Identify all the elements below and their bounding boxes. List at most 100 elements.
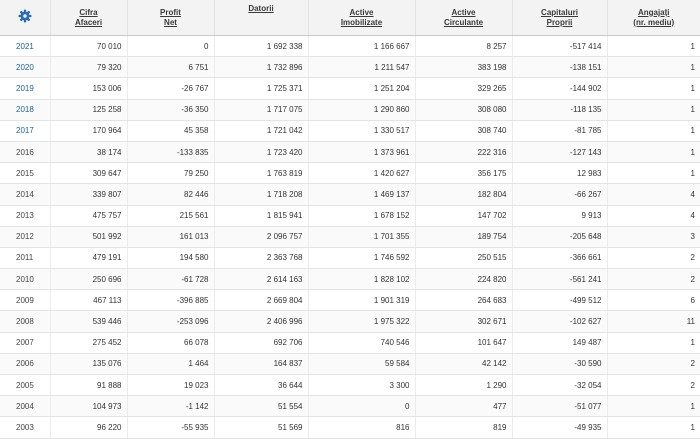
table-header: Cifra Afaceri Profit Net Datorii Active Imo… [0,0,700,36]
year-label: 2016 [16,147,34,157]
header-line1: Profit [160,7,181,17]
cell-cap: -49 935 [511,416,607,439]
table-row: 2021 70 010 0 1 692 338 1 166 667 8 257 -517 4… [0,35,700,58]
cell-ang: 1 [606,56,700,79]
header-line1: Angajați [637,7,670,17]
cell-ang: 1 [606,141,700,164]
cell-cap: -118 135 [511,99,607,121]
year-label: 2011 [16,253,34,263]
year-cell[interactable]: 2017 [0,120,50,142]
year-cell: 2005 [0,374,50,397]
column-header-cifra-afaceri[interactable]: Cifra Afaceri [49,0,127,36]
cell-datorii: 1 717 075 [213,99,308,121]
cell-circ: 302 671 [414,310,512,333]
cell-cifra: 91 888 [49,374,127,397]
cell-cifra: 339 807 [49,183,127,206]
table-row: 2012 501 992 161 013 2 096 757 1 701 355 189 … [0,226,700,248]
cell-circ: 308 740 [414,120,512,142]
cell-ang: 1 [606,77,700,100]
year-cell: 2015 [0,162,50,185]
column-header-angajati[interactable]: Angajați (nr. mediu) [606,0,700,36]
year-cell[interactable]: 2020 [0,56,50,79]
cell-circ: 383 198 [414,56,512,79]
year-cell[interactable]: 2018 [0,99,50,121]
cell-cap: -144 902 [511,77,607,100]
column-header-profit-net[interactable]: Profit Net [126,0,214,36]
year-label: 2004 [16,401,34,411]
table-row: 2003 96 220 -55 935 51 569 816 819 -49 935 1 [0,416,700,439]
year-label: 2007 [16,338,34,348]
cell-profit: -133 835 [126,141,214,164]
header-line2: Circulante [443,17,484,27]
cell-cap: -66 267 [511,183,607,206]
cell-cap: -205 648 [511,226,607,248]
column-header-capitaluri-proprii[interactable]: Capitaluri Proprii [511,0,607,36]
cell-circ: 308 080 [414,99,512,121]
cell-imob: 1 678 152 [307,205,415,227]
cell-cifra: 275 452 [49,332,127,354]
cell-datorii: 164 837 [213,353,308,376]
cell-datorii: 36 644 [213,374,308,397]
gear-icon[interactable] [18,9,32,23]
cell-profit: -61 728 [126,268,214,291]
cell-circ: 8 257 [414,35,512,58]
year-cell[interactable]: 2021 [0,35,50,58]
cell-ang: 3 [606,226,700,248]
table-row: 2013 475 757 215 561 1 815 941 1 678 152 147 … [0,205,700,227]
cell-ang: 1 [606,162,700,185]
cell-circ: 1 290 [414,374,512,397]
financial-table: Cifra Afaceri Profit Net Datorii Active Imo… [0,0,700,439]
cell-ang: 1 [606,120,700,142]
cell-cifra: 479 191 [49,247,127,270]
column-header-active-imobilizate[interactable]: Active Imobilizate [307,0,415,36]
year-link[interactable]: 2018 [16,105,34,114]
year-label: 2013 [16,211,34,221]
cell-profit: 0 [126,35,214,58]
cell-cap: -81 785 [511,120,607,142]
cell-ang: 11 [606,310,700,333]
cell-ang: 4 [606,205,700,227]
cell-cifra: 70 010 [49,35,127,58]
cell-ang: 6 [606,289,700,312]
cell-profit: 45 358 [126,120,214,142]
cell-cap: -30 590 [511,353,607,376]
cell-cifra: 135 076 [49,353,127,376]
table-row: 2017 170 964 45 358 1 721 042 1 330 517 308 7… [0,120,700,142]
year-label: 2012 [16,232,34,242]
cell-cifra: 539 446 [49,310,127,333]
year-link[interactable]: 2017 [16,126,34,135]
header-line1: Datorii [248,4,274,13]
cell-datorii: 1 732 896 [213,56,308,79]
cell-cifra: 501 992 [49,226,127,248]
year-label: 2006 [16,359,34,369]
cell-cap: -138 151 [511,56,607,79]
year-cell: 2013 [0,205,50,227]
cell-ang: 1 [606,99,700,121]
year-link[interactable]: 2019 [16,84,34,93]
cell-circ: 224 820 [414,268,512,291]
cell-imob: 1 166 667 [307,35,415,58]
table-row: 2015 309 647 79 250 1 763 819 1 420 627 356 1… [0,162,700,185]
year-cell: 2004 [0,395,50,418]
cell-profit: 66 078 [126,332,214,354]
column-header-datorii[interactable]: Datorii [213,0,308,36]
cell-datorii: 692 706 [213,332,308,354]
cell-imob: 1 469 137 [307,183,415,206]
header-line1: Capitaluri [541,7,578,17]
table-row: 2007 275 452 66 078 692 706 740 546 101 647 14… [0,332,700,354]
year-cell[interactable]: 2019 [0,77,50,100]
cell-cifra: 96 220 [49,416,127,439]
cell-profit: -36 350 [126,99,214,121]
column-header-active-circulante[interactable]: Active Circulante [414,0,512,36]
cell-datorii: 2 669 804 [213,289,308,312]
cell-circ: 147 702 [414,205,512,227]
cell-cap: -366 661 [511,247,607,270]
year-label: 2003 [16,422,34,432]
table-row: 2004 104 973 -1 142 51 554 0 477 -51 077 1 [0,395,700,418]
cell-cifra: 79 320 [49,56,127,79]
cell-cap: -561 241 [511,268,607,291]
year-link[interactable]: 2021 [16,42,34,51]
year-link[interactable]: 2020 [16,63,34,72]
cell-imob: 816 [307,416,415,439]
cell-profit: -1 142 [126,395,214,418]
